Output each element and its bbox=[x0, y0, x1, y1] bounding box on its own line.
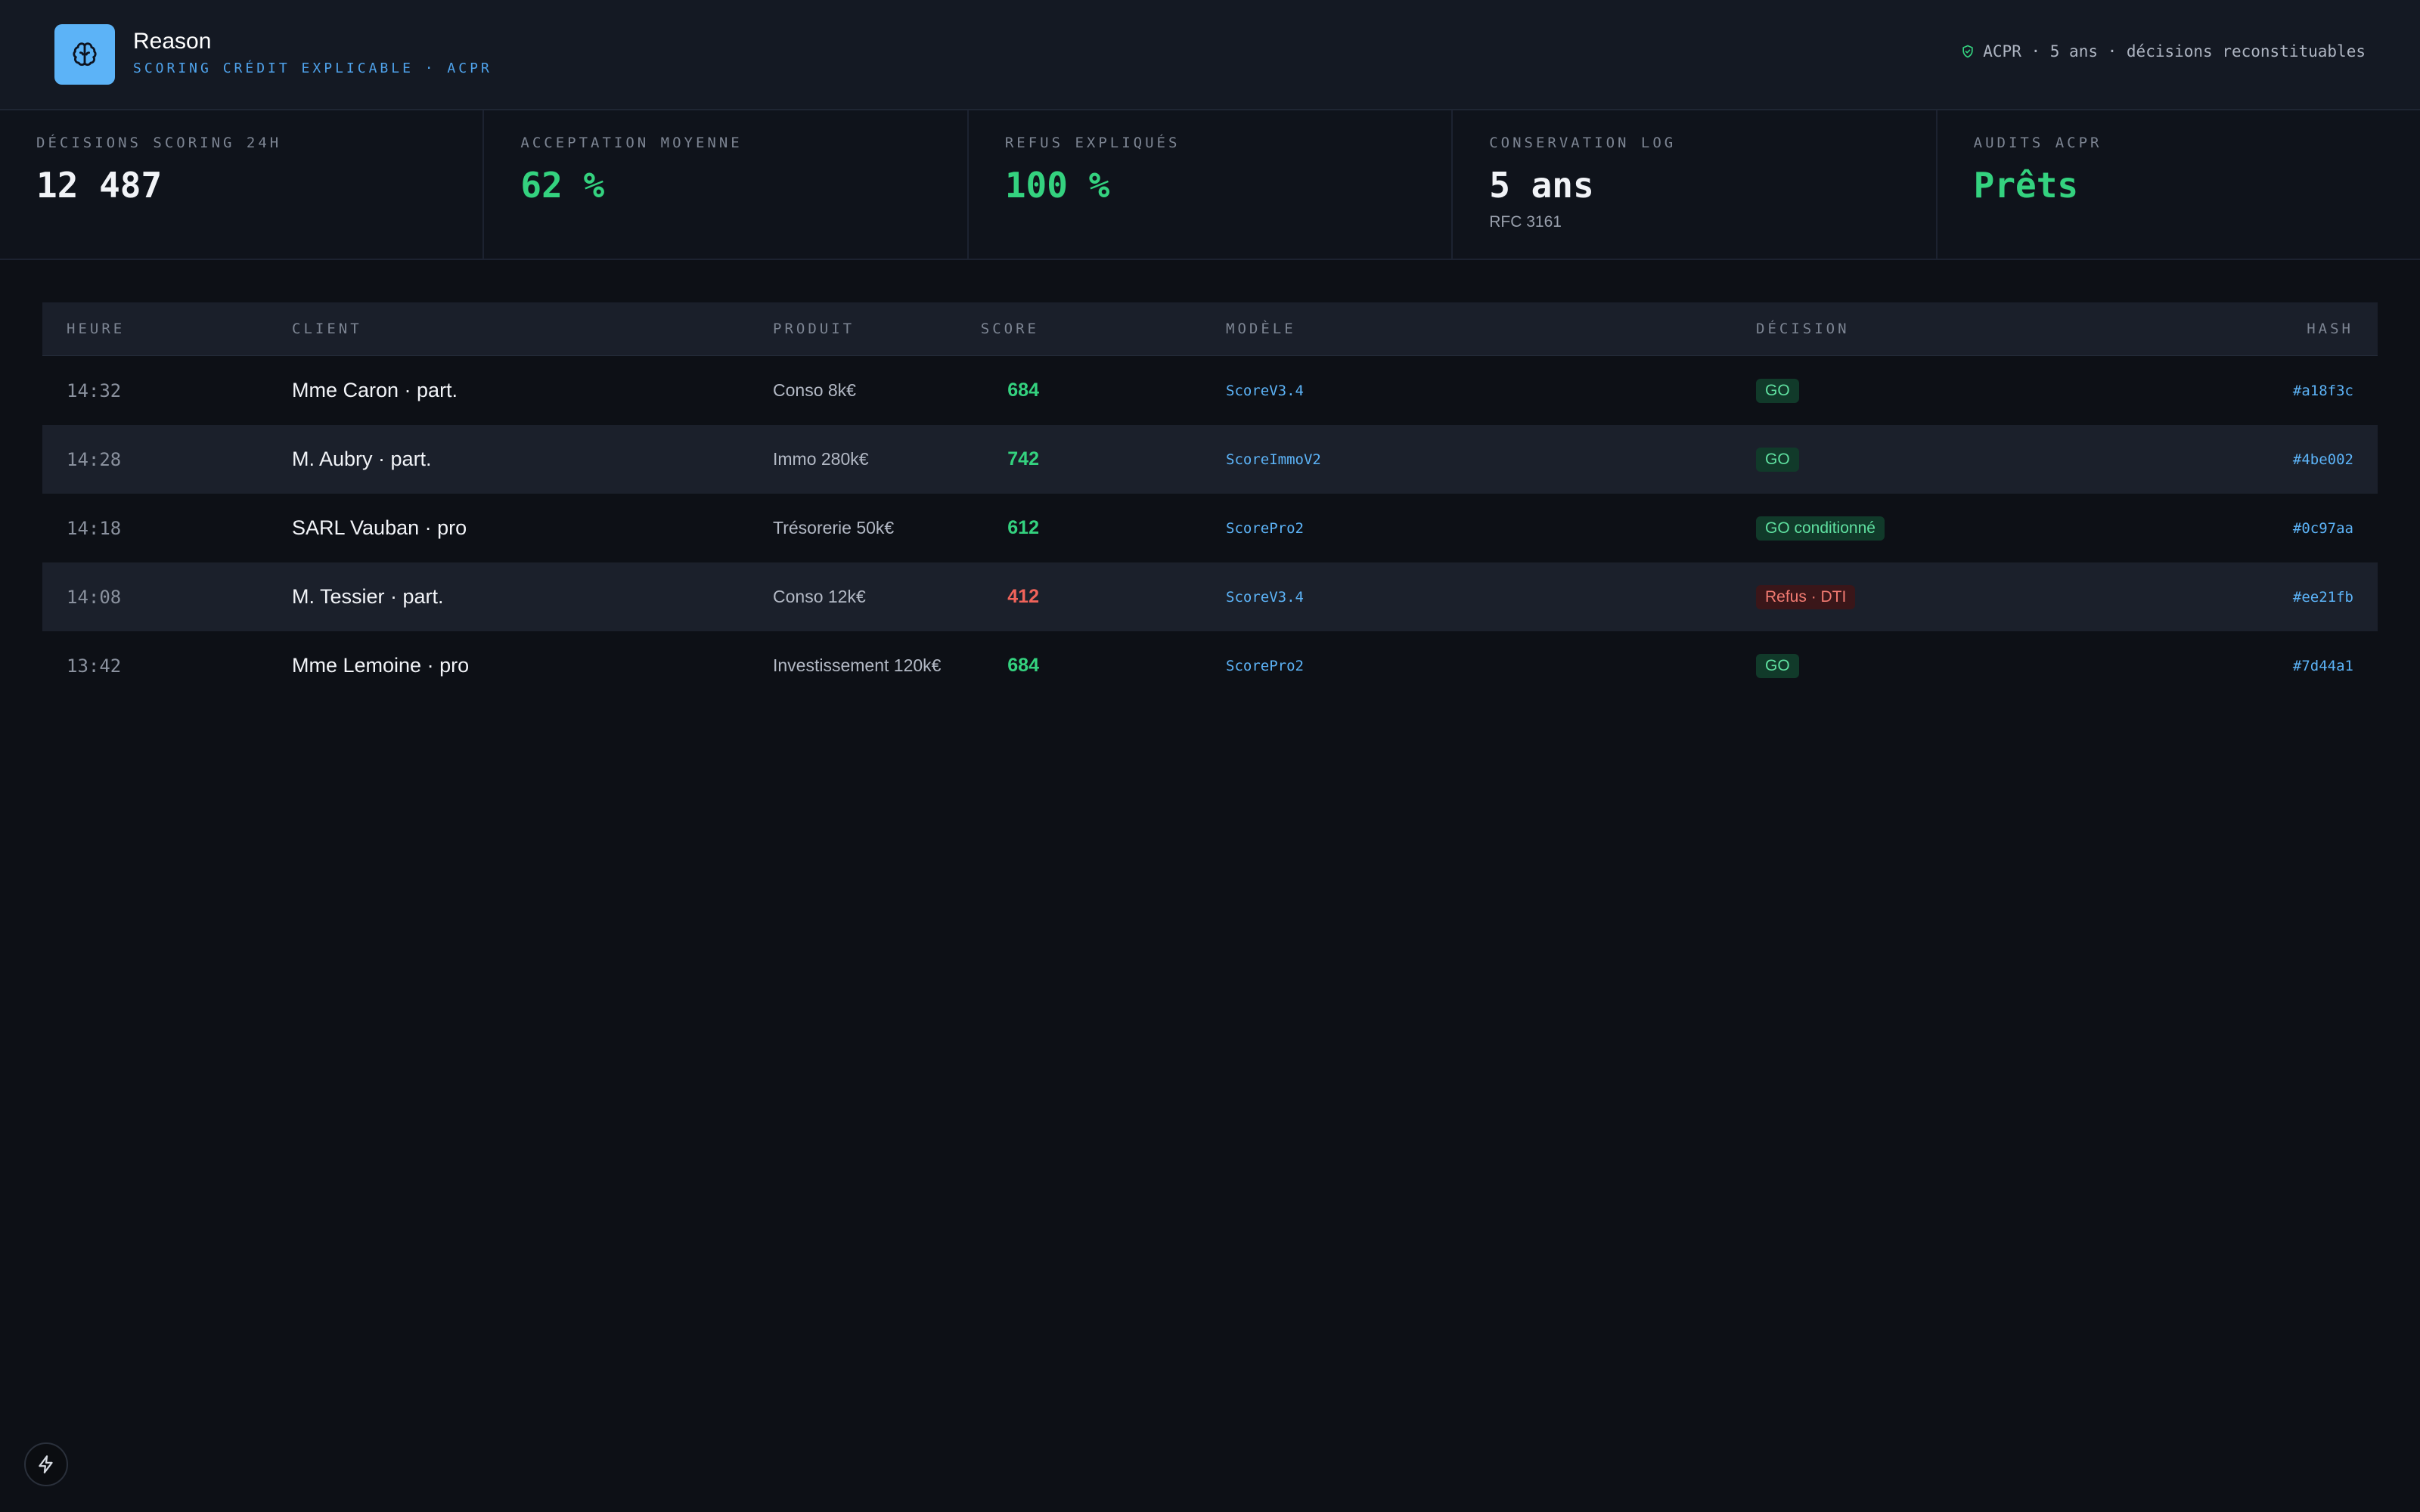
cell-model[interactable]: ScoreV3.4 bbox=[1226, 589, 1304, 606]
decision-badge: GO conditionné bbox=[1756, 516, 1885, 541]
cell-hash[interactable]: #4be002 bbox=[2293, 451, 2353, 468]
kpi-label: Audits ACPR bbox=[1973, 135, 2102, 151]
cell-client: Mme Lemoine · pro bbox=[292, 654, 470, 677]
app-logo[interactable] bbox=[54, 24, 115, 85]
column-header-score[interactable]: SCORE bbox=[981, 321, 1039, 337]
cell-product: Investissement 120k€ bbox=[773, 655, 942, 675]
kpi-label: Refus expliqués bbox=[1004, 135, 1181, 151]
compliance-status: ACPR · 5 ans · décisions reconstituables bbox=[1960, 42, 2366, 60]
cell-score: 684 bbox=[1007, 655, 1039, 676]
kpi-value: 100 % bbox=[1004, 165, 1110, 206]
table-row[interactable]: 14:08 M. Tessier · part. Conso 12k€ Scor… bbox=[42, 562, 2378, 631]
kpi-refusals-explained: Refus expliqués 100 % bbox=[969, 110, 1454, 259]
decision-badge: GO bbox=[1756, 653, 1799, 678]
app-title: Reason bbox=[133, 29, 212, 54]
table-row[interactable]: 14:32 Mme Caron · part. Conso 8k€ ScoreV… bbox=[42, 356, 2378, 425]
kpi-value: 12 487 bbox=[36, 165, 163, 206]
cell-score: 612 bbox=[1007, 517, 1039, 538]
compliance-text: ACPR · 5 ans · décisions reconstituables bbox=[1983, 42, 2366, 60]
cell-hash[interactable]: #0c97aa bbox=[2293, 520, 2353, 537]
kpi-audits: Audits ACPR Prêts bbox=[1938, 110, 2420, 259]
column-header-decision[interactable]: DÉCISION bbox=[1756, 321, 1850, 337]
cell-decision: GO bbox=[1756, 378, 1799, 403]
cell-product: Conso 12k€ bbox=[773, 587, 866, 606]
decision-badge: GO bbox=[1756, 447, 1799, 472]
cell-score: 684 bbox=[1007, 380, 1039, 401]
cell-time: 14:18 bbox=[67, 517, 122, 539]
cell-model[interactable]: ScorePro2 bbox=[1226, 520, 1304, 537]
kpi-value: Prêts bbox=[1973, 165, 2079, 206]
table-row[interactable]: 14:18 SARL Vauban · pro Trésorerie 50k€ … bbox=[42, 494, 2378, 562]
cell-time: 14:28 bbox=[67, 448, 122, 470]
cell-score: 412 bbox=[1007, 586, 1039, 607]
app-header: Reason SCORING CRÉDIT EXPLICABLE · ACPR … bbox=[0, 0, 2420, 110]
decisions-table: HEURE CLIENT PRODUIT MODÈLE SCORE DÉCISI… bbox=[42, 302, 2378, 700]
cell-hash[interactable]: #a18f3c bbox=[2293, 383, 2353, 399]
kpi-strip: Décisions scoring 24h 12 487 Acceptation… bbox=[0, 110, 2420, 260]
kpi-label: Conservation log bbox=[1489, 135, 1677, 151]
cell-product: Trésorerie 50k€ bbox=[773, 518, 895, 538]
kpi-value: 5 ans bbox=[1489, 165, 1594, 206]
decision-badge: GO bbox=[1756, 378, 1799, 403]
cell-model[interactable]: ScoreImmoV2 bbox=[1226, 451, 1321, 468]
lightning-icon bbox=[39, 1455, 53, 1473]
cell-model[interactable]: ScoreV3.4 bbox=[1226, 383, 1304, 399]
table-row[interactable]: 14:28 M. Aubry · part. Immo 280k€ ScoreI… bbox=[42, 425, 2378, 494]
table-header: HEURE CLIENT PRODUIT MODÈLE SCORE DÉCISI… bbox=[42, 302, 2378, 356]
column-header-time[interactable]: HEURE bbox=[67, 321, 125, 337]
kpi-note: RFC 3161 bbox=[1489, 213, 1562, 231]
column-header-product[interactable]: PRODUIT bbox=[773, 321, 855, 337]
column-header-model[interactable]: MODÈLE bbox=[1226, 321, 1296, 337]
kpi-label: Acceptation moyenne bbox=[520, 135, 743, 151]
table-row[interactable]: 13:42 Mme Lemoine · pro Investissement 1… bbox=[42, 631, 2378, 700]
column-header-client[interactable]: CLIENT bbox=[292, 321, 362, 337]
decision-badge: Refus · DTI bbox=[1756, 584, 1856, 609]
cell-decision: GO bbox=[1756, 653, 1799, 678]
cell-score: 742 bbox=[1007, 448, 1039, 469]
brain-icon bbox=[73, 42, 97, 67]
column-header-hash[interactable]: HASH bbox=[2307, 321, 2353, 337]
cell-time: 14:32 bbox=[67, 380, 122, 401]
cell-time: 14:08 bbox=[67, 586, 122, 608]
shield-check-icon bbox=[1962, 45, 1973, 58]
cell-client: Mme Caron · part. bbox=[292, 379, 458, 401]
cell-hash[interactable]: #ee21fb bbox=[2293, 589, 2353, 606]
kpi-log-retention: Conservation log 5 ans RFC 3161 bbox=[1453, 110, 1938, 259]
cell-hash[interactable]: #7d44a1 bbox=[2293, 658, 2353, 674]
kpi-label: Décisions scoring 24h bbox=[36, 135, 282, 151]
app-subtitle: SCORING CRÉDIT EXPLICABLE · ACPR bbox=[133, 60, 492, 76]
cell-client: M. Tessier · part. bbox=[292, 585, 444, 608]
kpi-value: 62 % bbox=[520, 165, 605, 206]
cell-decision: GO conditionné bbox=[1756, 516, 1885, 541]
cell-product: Conso 8k€ bbox=[773, 380, 856, 400]
cell-time: 13:42 bbox=[67, 655, 122, 677]
cell-product: Immo 280k€ bbox=[773, 449, 869, 469]
cell-decision: GO bbox=[1756, 447, 1799, 472]
cell-client: M. Aubry · part. bbox=[292, 448, 432, 470]
quick-action-button[interactable] bbox=[24, 1442, 68, 1486]
cell-model[interactable]: ScorePro2 bbox=[1226, 658, 1304, 674]
cell-client: SARL Vauban · pro bbox=[292, 516, 467, 539]
kpi-decisions: Décisions scoring 24h 12 487 bbox=[0, 110, 485, 259]
cell-decision: Refus · DTI bbox=[1756, 584, 1856, 609]
kpi-acceptance: Acceptation moyenne 62 % bbox=[484, 110, 969, 259]
